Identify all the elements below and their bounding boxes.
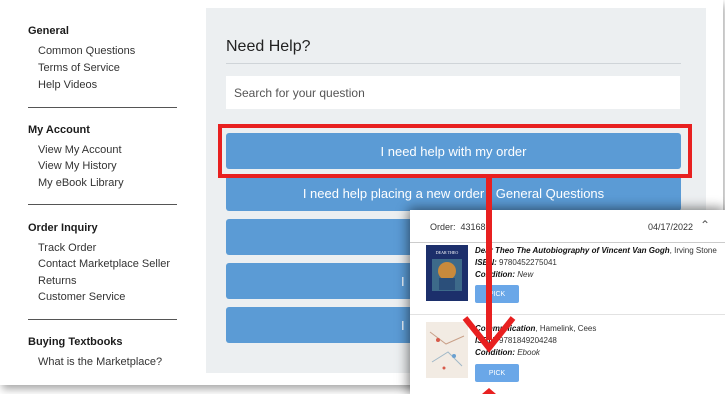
book-title-line: Dear Theo The Autobiography of Vincent V… xyxy=(475,246,717,255)
pick-button[interactable]: PICK xyxy=(475,364,519,382)
title-divider xyxy=(226,63,681,64)
book-cover-communication xyxy=(426,322,468,378)
sidebar-item-customer-service[interactable]: Customer Service xyxy=(38,291,125,303)
highlight-box xyxy=(218,124,692,178)
order-date: 04/17/2022 xyxy=(648,222,694,232)
sidebar-item-help-videos[interactable]: Help Videos xyxy=(38,79,97,91)
book-condition: Condition: New xyxy=(475,270,534,279)
sidebar-section-buying-textbooks: Buying Textbooks xyxy=(28,336,123,348)
order-number: 431686 xyxy=(460,222,491,232)
pick-button[interactable]: PICK xyxy=(475,285,519,303)
sidebar-item-returns[interactable]: Returns xyxy=(38,275,77,287)
sidebar-item-track-order[interactable]: Track Order xyxy=(38,242,96,254)
cover-title: DEAR THEO xyxy=(436,250,459,255)
search-input[interactable] xyxy=(226,76,680,109)
sidebar-divider xyxy=(28,319,177,320)
book-isbn: ISBN: 9781849204248 xyxy=(475,336,557,345)
sidebar-item-ebook-library[interactable]: My eBook Library xyxy=(38,177,124,189)
sidebar-section-general: General xyxy=(28,25,69,37)
panel-divider xyxy=(410,242,725,243)
order-panel: Order: 431686 04/17/2022 ⌃ DEAR THEO Dea… xyxy=(410,210,725,394)
book-isbn: ISBN: 9780452275041 xyxy=(475,258,557,267)
order-header: Order: 431686 04/17/2022 ⌃ xyxy=(410,210,725,242)
sidebar-item-common-questions[interactable]: Common Questions xyxy=(38,45,135,57)
book-cover-dear-theo: DEAR THEO xyxy=(426,245,468,301)
panel-divider xyxy=(410,314,725,315)
chevron-up-icon[interactable]: ⌃ xyxy=(700,218,710,232)
sidebar: General Common Questions Terms of Servic… xyxy=(0,0,205,385)
sidebar-section-my-account: My Account xyxy=(28,124,90,136)
sidebar-item-marketplace[interactable]: What is the Marketplace? xyxy=(38,356,162,368)
order-label: Order: 431686 xyxy=(430,222,491,232)
sidebar-item-view-account[interactable]: View My Account xyxy=(38,144,122,156)
book-condition: Condition: Ebook xyxy=(475,348,540,357)
sidebar-item-contact-seller[interactable]: Contact Marketplace Seller xyxy=(38,258,170,270)
sidebar-item-view-history[interactable]: View My History xyxy=(38,160,117,172)
book-title-line: Communication, Hamelink, Cees xyxy=(475,324,597,333)
page-title: Need Help? xyxy=(226,38,311,55)
sidebar-divider xyxy=(28,204,177,205)
sidebar-divider xyxy=(28,107,177,108)
sidebar-item-terms[interactable]: Terms of Service xyxy=(38,62,120,74)
help-new-order-button[interactable]: I need help placing a new order - Genera… xyxy=(226,175,681,211)
sidebar-section-order-inquiry: Order Inquiry xyxy=(28,222,98,234)
